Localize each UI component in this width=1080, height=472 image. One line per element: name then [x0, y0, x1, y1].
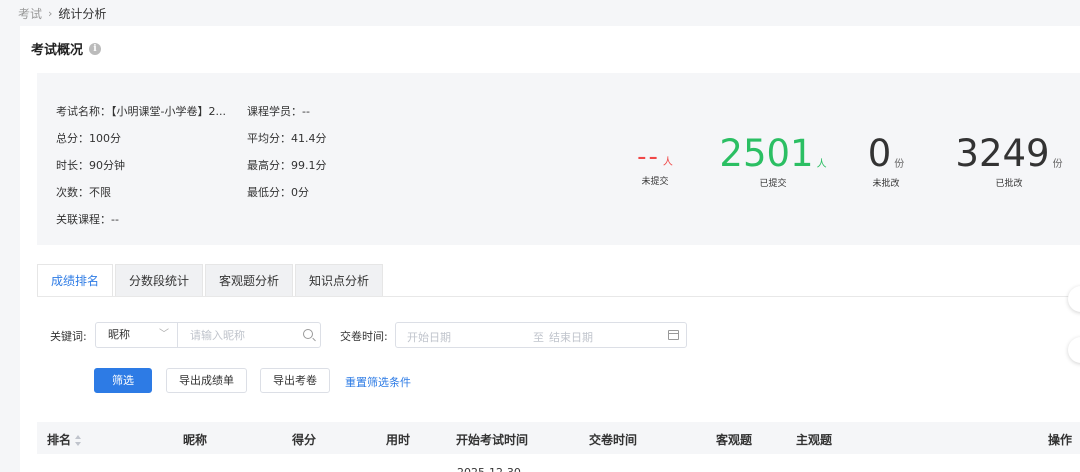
tab-objective-analysis[interactable]: 客观题分析 [205, 264, 294, 297]
col-submit-time: 交卷时间 [589, 433, 638, 447]
info-exam-name: 考试名称：【小明课堂-小学卷】2... [56, 105, 226, 118]
floating-action-button-2[interactable] [1068, 337, 1080, 363]
info-icon[interactable]: i [89, 42, 102, 55]
stat-submitted-value: 2501 [719, 132, 814, 175]
stat-not-submitted-caption: 未提交 [641, 177, 669, 187]
exam-overview-card: 考试名称：【小明课堂-小学卷】2... 课程学员：-- 总分：100分 平均分：… [37, 73, 1080, 245]
info-average-score: 平均分：41.4分 [247, 132, 327, 145]
sort-icon[interactable] [75, 435, 82, 446]
date-range-separator: 至 [533, 331, 544, 344]
col-actions: 操作 [1048, 433, 1073, 447]
stat-not-submitted: -- 人 未提交 [625, 144, 685, 187]
stat-not-submitted-unit: 人 [662, 157, 673, 168]
col-rank[interactable]: 排名 [47, 431, 82, 448]
main-panel: 考试概况 i 考试名称：【小明课堂-小学卷】2... 课程学员：-- 总分：10… [20, 26, 1080, 472]
keyword-label: 关键词: [50, 330, 87, 343]
calendar-icon [668, 330, 679, 340]
stat-submitted-unit: 人 [816, 159, 827, 170]
search-icon[interactable] [303, 329, 313, 339]
date-end-input[interactable]: 结束日期 [549, 329, 593, 345]
stat-submitted-caption: 已提交 [759, 179, 787, 189]
info-total-score: 总分：100分 [56, 132, 121, 145]
info-linked-course: 关联课程：-- [56, 213, 119, 226]
breadcrumb: 考试 › 统计分析 [18, 4, 106, 22]
info-highest-score: 最高分：99.1分 [247, 159, 327, 172]
submit-time-label: 交卷时间: [340, 330, 388, 343]
stat-graded-caption: 已批改 [995, 179, 1023, 189]
keyword-type-select[interactable]: 昵称 ﹀ [95, 322, 178, 348]
stat-not-graded-caption: 未批改 [872, 179, 900, 189]
stat-not-graded: 0 份 未批改 [861, 135, 911, 189]
col-subjective: 主观题 [796, 433, 833, 447]
col-time-used: 用时 [386, 433, 411, 447]
ranking-table-header: 排名 昵称 得分 用时 开始考试时间 交卷时间 客观题 主观题 操作 [37, 422, 1080, 454]
tab-score-ranking[interactable]: 成绩排名 [37, 264, 114, 297]
breadcrumb-separator: › [48, 6, 53, 20]
page-title: 考试概况 i [31, 39, 102, 58]
col-start-time: 开始考试时间 [456, 433, 529, 447]
analysis-tabs: 成绩排名 分数段统计 客观题分析 知识点分析 [37, 264, 385, 297]
tabs-divider [37, 296, 1080, 297]
floating-action-button-1[interactable] [1068, 286, 1080, 312]
stat-submitted: 2501 人 已提交 [713, 135, 833, 189]
info-attempts: 次数：不限 [56, 186, 111, 199]
col-nickname: 昵称 [183, 433, 208, 447]
submit-date-range-picker[interactable]: 开始日期 至 结束日期 [395, 322, 687, 348]
tab-score-distribution[interactable]: 分数段统计 [115, 264, 204, 297]
keyword-search-box [177, 322, 321, 348]
filter-button[interactable]: 筛选 [94, 368, 152, 393]
keyword-search-input[interactable] [190, 323, 300, 347]
export-papers-button[interactable]: 导出考卷 [260, 368, 330, 393]
info-course-students: 课程学员：-- [247, 105, 310, 118]
date-start-input[interactable]: 开始日期 [407, 329, 451, 345]
keyword-type-value: 昵称 [108, 328, 130, 341]
col-objective: 客观题 [716, 433, 753, 447]
info-duration: 时长：90分钟 [56, 159, 125, 172]
stat-not-submitted-value: -- [637, 142, 660, 172]
stat-not-graded-unit: 份 [894, 159, 905, 170]
stat-graded-unit: 份 [1052, 159, 1063, 170]
page-title-text: 考试概况 [31, 43, 84, 58]
chevron-down-icon: ﹀ [159, 329, 169, 340]
reset-filters-link[interactable]: 重置筛选条件 [345, 374, 411, 390]
stat-not-graded-value: 0 [867, 132, 892, 175]
stat-graded: 3249 份 已批改 [949, 135, 1069, 189]
info-lowest-score: 最低分：0分 [247, 186, 309, 199]
stat-graded-value: 3249 [955, 132, 1050, 175]
table-row-partial: 2025-12-30 [457, 466, 521, 472]
tab-knowledge-analysis[interactable]: 知识点分析 [295, 264, 384, 297]
export-scores-button[interactable]: 导出成绩单 [166, 368, 247, 393]
col-score: 得分 [292, 433, 317, 447]
breadcrumb-current: 统计分析 [58, 6, 107, 21]
breadcrumb-exam[interactable]: 考试 [18, 5, 42, 22]
